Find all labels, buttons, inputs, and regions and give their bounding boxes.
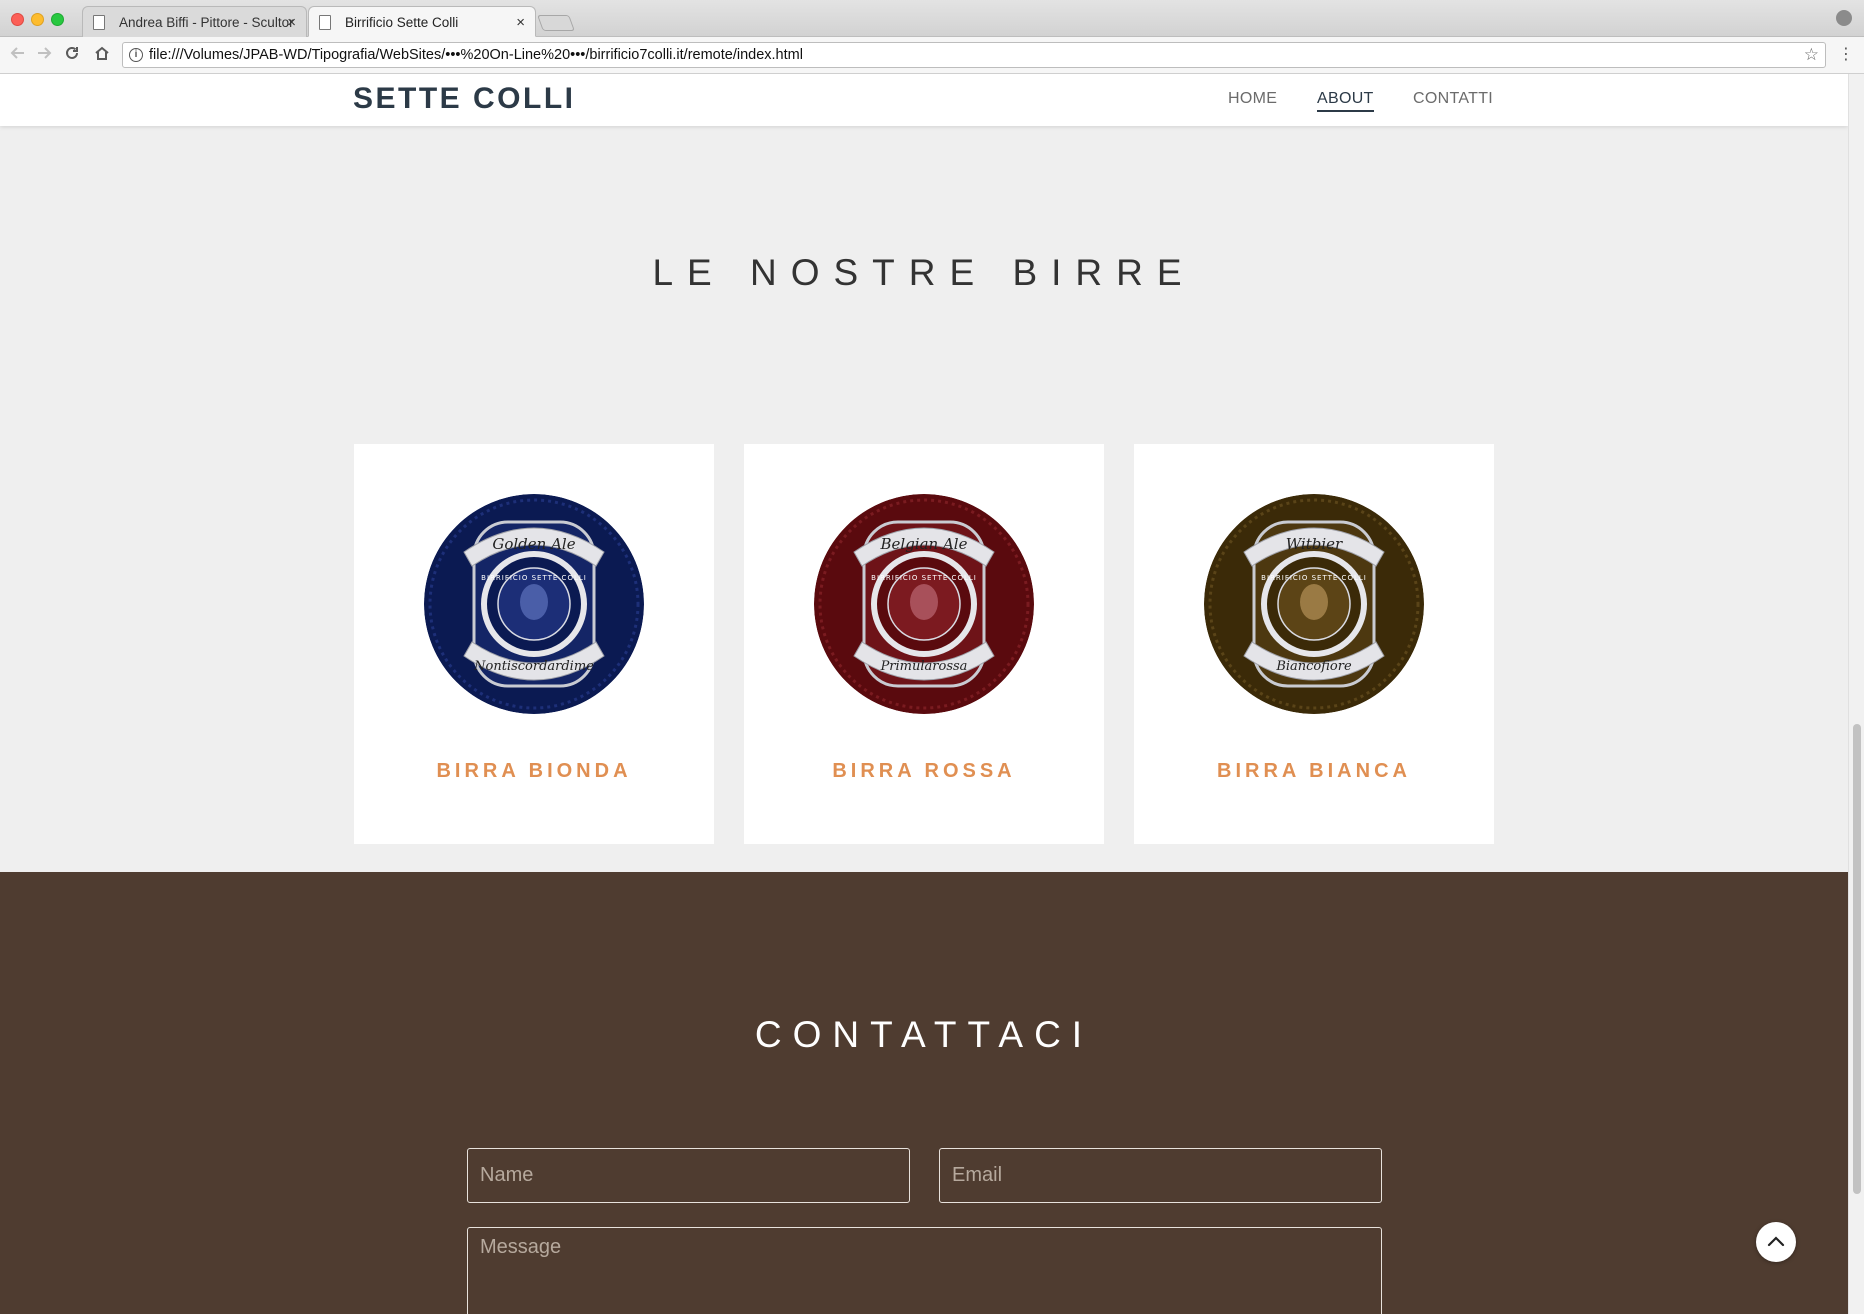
address-bar[interactable]: i file:///Volumes/JPAB-WD/Tipografia/Web… [122, 42, 1826, 68]
new-tab-button[interactable] [537, 15, 575, 31]
beer-card-bionda[interactable]: Golden Ale Nontiscordardime BIRRIFICIO S… [354, 444, 714, 844]
brand-logo[interactable]: SETTE COLLI [353, 82, 576, 116]
tab-title: Birrificio Sette Colli [345, 15, 459, 30]
close-tab-icon[interactable]: × [516, 7, 525, 36]
label-style-text: Witbier [1286, 535, 1343, 553]
beer-name[interactable]: BIRRA ROSSA [744, 760, 1104, 783]
beer-card-rossa[interactable]: Belgian Ale Primularossa BIRRIFICIO SETT… [744, 444, 1104, 844]
label-style-text: Golden Ale [492, 535, 575, 553]
beer-card-bianca[interactable]: Witbier Biancofiore BIRRIFICIO SETTE COL… [1134, 444, 1494, 844]
label-script-text: Primularossa [880, 659, 968, 674]
close-tab-icon[interactable]: × [287, 7, 296, 37]
page-scrollbar[interactable] [1848, 74, 1864, 1314]
beer-name[interactable]: BIRRA BIONDA [354, 760, 714, 783]
browser-toolbar: i file:///Volumes/JPAB-WD/Tipografia/Web… [0, 37, 1864, 74]
beer-label-image: Witbier Biancofiore BIRRIFICIO SETTE COL… [1204, 494, 1424, 714]
minimize-window-button[interactable] [31, 13, 44, 26]
label-script-text: Nontiscordardime [473, 659, 594, 674]
label-script-text: Biancofiore [1275, 659, 1352, 674]
beer-name[interactable]: BIRRA BIANCA [1134, 760, 1494, 783]
email-input[interactable] [939, 1148, 1382, 1203]
nav-home[interactable]: HOME [1228, 90, 1277, 108]
reload-icon[interactable] [60, 43, 84, 67]
name-input[interactable] [467, 1148, 910, 1203]
nav-contatti[interactable]: CONTATTI [1413, 90, 1493, 108]
browser-tab-bar: Andrea Biffi - Pittore - Scultore × Birr… [0, 0, 1864, 37]
chevron-up-icon [1767, 1236, 1785, 1247]
beers-section: LE NOSTRE BIRRE Golden Ale Nontiscordard… [0, 126, 1848, 872]
document-icon [93, 15, 105, 30]
info-icon[interactable]: i [129, 48, 143, 62]
label-badge-text: BIRRIFICIO SETTE COLLI [481, 574, 587, 582]
site-header: SETTE COLLI HOME ABOUT CONTATTI [0, 74, 1848, 126]
scroll-to-top-button[interactable] [1756, 1222, 1796, 1262]
browser-tab-andrea-biffi[interactable]: Andrea Biffi - Pittore - Scultore × [82, 6, 307, 37]
beer-label-image: Golden Ale Nontiscordardime BIRRIFICIO S… [424, 494, 644, 714]
close-window-button[interactable] [11, 13, 24, 26]
browser-menu-icon[interactable]: ⋮ [1838, 43, 1854, 67]
label-badge-text: BIRRIFICIO SETTE COLLI [871, 574, 977, 582]
back-arrow-icon[interactable] [6, 43, 30, 67]
tab-title: Andrea Biffi - Pittore - Scultore [119, 15, 294, 30]
beer-label-image: Belgian Ale Primularossa BIRRIFICIO SETT… [814, 494, 1034, 714]
label-style-text: Belgian Ale [880, 535, 968, 553]
profile-icon[interactable] [1836, 10, 1852, 26]
nav-about[interactable]: ABOUT [1317, 90, 1374, 112]
scrollbar-thumb[interactable] [1853, 724, 1861, 1194]
zoom-window-button[interactable] [51, 13, 64, 26]
label-badge-text: BIRRIFICIO SETTE COLLI [1261, 574, 1367, 582]
contact-section: CONTATTACI [0, 872, 1848, 1314]
document-icon [319, 15, 331, 30]
message-textarea[interactable] [467, 1227, 1382, 1314]
home-icon[interactable] [90, 43, 114, 67]
bookmark-star-icon[interactable]: ☆ [1804, 43, 1819, 67]
section-title: LE NOSTRE BIRRE [652, 252, 1196, 293]
url-text[interactable]: file:///Volumes/JPAB-WD/Tipografia/WebSi… [149, 43, 803, 67]
forward-arrow-icon[interactable] [32, 43, 56, 67]
section-title: CONTATTACI [754, 1014, 1094, 1055]
browser-tab-birrificio[interactable]: Birrificio Sette Colli × [308, 6, 536, 37]
page-viewport: SETTE COLLI HOME ABOUT CONTATTI LE NOSTR… [0, 74, 1848, 1314]
